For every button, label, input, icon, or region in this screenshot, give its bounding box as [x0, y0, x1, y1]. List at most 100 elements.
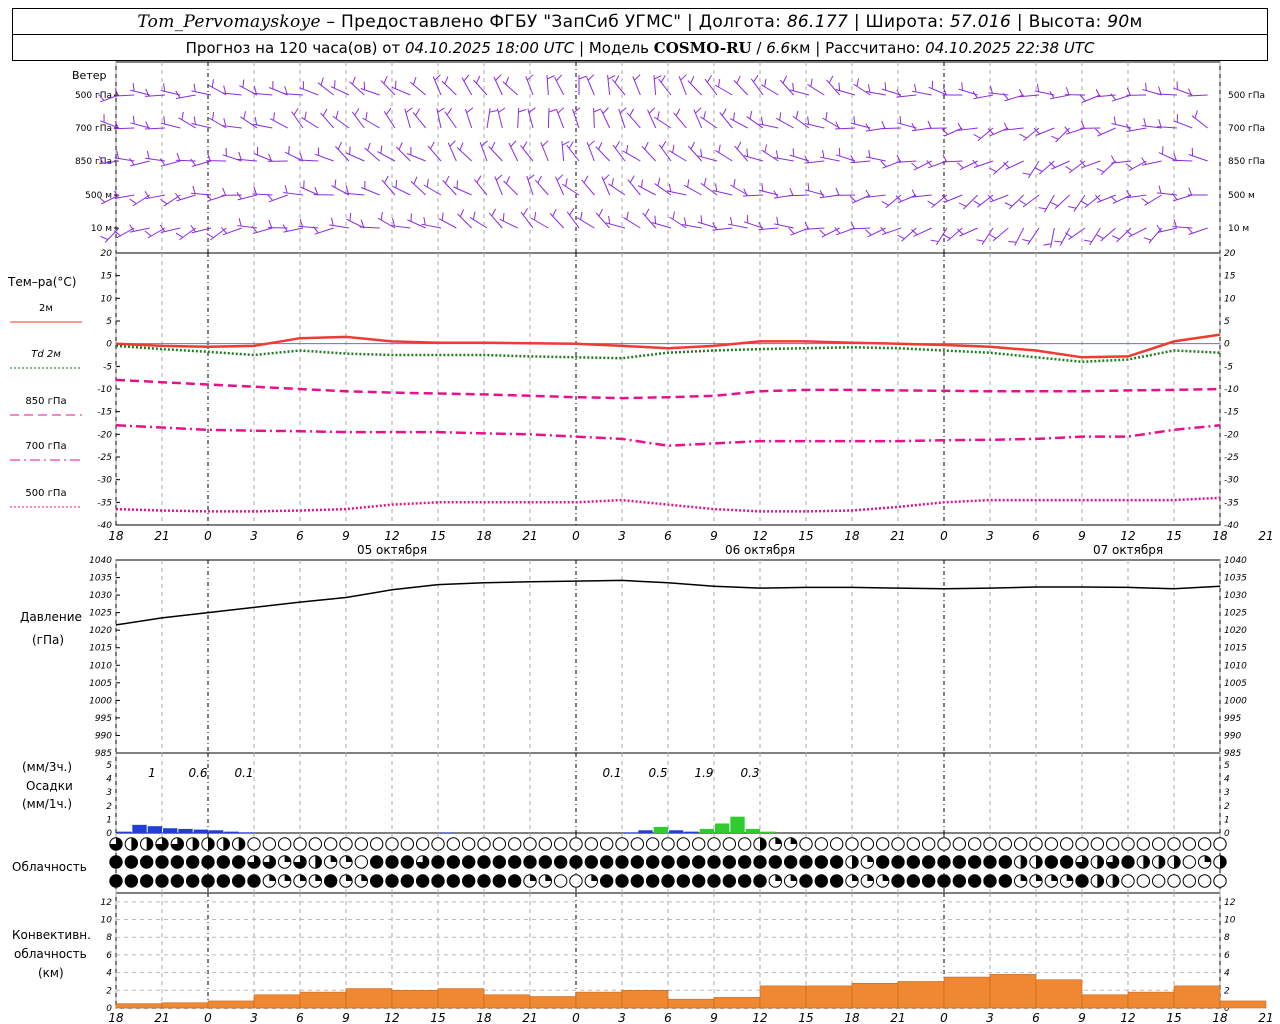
- wind-barb-feather: [657, 111, 660, 120]
- wind-barb-shaft: [1059, 227, 1071, 246]
- cloud-cover-symbol: [1213, 837, 1227, 851]
- wind-barb-feather: [380, 145, 383, 154]
- wind-barb-feather: [334, 80, 336, 89]
- wind-barb-feather: [360, 219, 365, 228]
- x-tick-label: 15: [798, 1011, 813, 1024]
- pressure-y-tick-right: 1005: [1224, 679, 1247, 689]
- wind-barb-shaft: [410, 180, 427, 196]
- wind-barb-feather: [322, 108, 328, 117]
- wind-barb-shaft: [581, 179, 595, 196]
- wind-barb-feather: [502, 212, 505, 222]
- wind-barb-feather: [354, 108, 360, 116]
- conv-bar: [391, 990, 439, 1009]
- conv-bar: [345, 988, 393, 1009]
- x-tick-label: 6: [1032, 1011, 1040, 1024]
- wind-barb-feather: [1022, 172, 1031, 176]
- temp-legend-label: Td 2м: [31, 349, 61, 360]
- wind-barb-feather: [914, 83, 917, 93]
- wind-barb-feather: [583, 175, 589, 183]
- cloud-fill: [361, 874, 368, 881]
- wind-barb-feather: [822, 149, 825, 159]
- wind-barb-feather: [211, 79, 214, 88]
- x-tick-label: 3: [618, 1011, 626, 1024]
- cloud-fill: [615, 855, 629, 869]
- temp-y-tick: -10: [97, 385, 112, 395]
- precip-bar: [163, 828, 178, 833]
- wind-barb-feather: [657, 177, 661, 186]
- conv-bar: [1173, 985, 1221, 1009]
- pressure-y-tick: 1005: [89, 679, 112, 689]
- precip-y-tick: 2: [106, 802, 112, 812]
- cloud-fill: [631, 874, 644, 888]
- wind-barb-shaft: [502, 81, 519, 96]
- cloud-cover-symbol: [615, 837, 629, 851]
- wind-barb-shaft: [626, 112, 641, 129]
- cloud-fill: [140, 855, 153, 869]
- wind-barb-shaft: [362, 117, 380, 129]
- cloud-fill: [830, 874, 843, 888]
- precip-bar: [684, 831, 699, 833]
- x-tick-label: 21: [522, 1011, 537, 1024]
- wind-barb-shaft: [447, 142, 457, 162]
- wind-barb-feather: [1162, 146, 1164, 155]
- wind-barb-feather: [573, 107, 581, 114]
- wind-barb-feather: [385, 107, 392, 115]
- wind-barb-feather: [578, 75, 587, 80]
- cloud-cover-symbol: [983, 837, 997, 851]
- wind-barb-shaft: [291, 111, 304, 129]
- cloud-fill: [953, 874, 966, 888]
- wind-barb-feather: [661, 141, 667, 149]
- cloud-cover-symbol: [891, 837, 905, 851]
- wind-barb-feather: [807, 182, 810, 191]
- wind-barb-feather: [556, 74, 563, 82]
- precip-bar: [745, 828, 760, 833]
- cloud-cover-symbol: [1182, 855, 1197, 869]
- wind-barb-shaft: [788, 194, 810, 197]
- wind-barb-shaft: [586, 76, 595, 96]
- pressure-y-tick: 1000: [89, 696, 112, 706]
- temp-y-tick-right: -25: [1224, 453, 1239, 463]
- wind-barb-feather: [175, 232, 183, 238]
- wind-barb-shaft: [494, 176, 503, 196]
- wind-barb-feather: [825, 112, 828, 121]
- x-tick-label: 18: [108, 529, 124, 543]
- wind-barb-shaft: [1035, 127, 1055, 136]
- wind-barb-feather: [548, 108, 557, 113]
- conv-bar: [759, 985, 807, 1009]
- wind-barb-shaft: [345, 152, 365, 162]
- wind-barb-shaft: [976, 194, 994, 208]
- wind-barb-shaft: [612, 79, 626, 96]
- precip-bar: [715, 823, 730, 833]
- precip-3h-label: 0.1: [234, 766, 253, 780]
- cloud-cover-symbol: [998, 837, 1013, 851]
- x-tick-label: 6: [296, 1011, 304, 1024]
- cloud-fill: [1020, 855, 1027, 869]
- cloud-fill: [1075, 874, 1089, 888]
- cloud-cover-symbol: [1151, 837, 1166, 851]
- cloud-cover-symbol: [1105, 837, 1120, 851]
- cloud-fill: [1066, 874, 1073, 881]
- wind-barb-feather: [145, 88, 150, 97]
- wind-barb-feather: [1050, 135, 1059, 140]
- wind-barb-feather: [930, 239, 939, 243]
- wind-barb-shaft: [456, 146, 473, 162]
- temp-y-tick-right: -30: [1224, 476, 1239, 486]
- temp-y-tick-right: 15: [1224, 272, 1236, 282]
- wind-barb-feather: [449, 140, 456, 147]
- wind-barb-feather: [614, 141, 621, 149]
- precip-bar: [638, 830, 653, 833]
- wind-barb-shaft: [1073, 194, 1086, 212]
- cloud-fill: [585, 855, 598, 869]
- wind-barb-feather: [236, 192, 242, 200]
- cloud-fill: [171, 855, 184, 869]
- cloud-fill: [186, 855, 199, 869]
- wind-barb-shaft: [301, 116, 319, 129]
- wind-barb-feather: [423, 216, 426, 226]
- cloud-cover-symbol: [262, 837, 277, 851]
- wind-barb-shaft: [819, 156, 840, 162]
- wind-barb-feather: [481, 140, 488, 147]
- cloud-fill: [769, 855, 782, 869]
- wind-barb-shaft: [743, 194, 764, 197]
- x-tick-label: 18: [844, 529, 860, 543]
- cloud-cover-symbol: [1151, 874, 1166, 888]
